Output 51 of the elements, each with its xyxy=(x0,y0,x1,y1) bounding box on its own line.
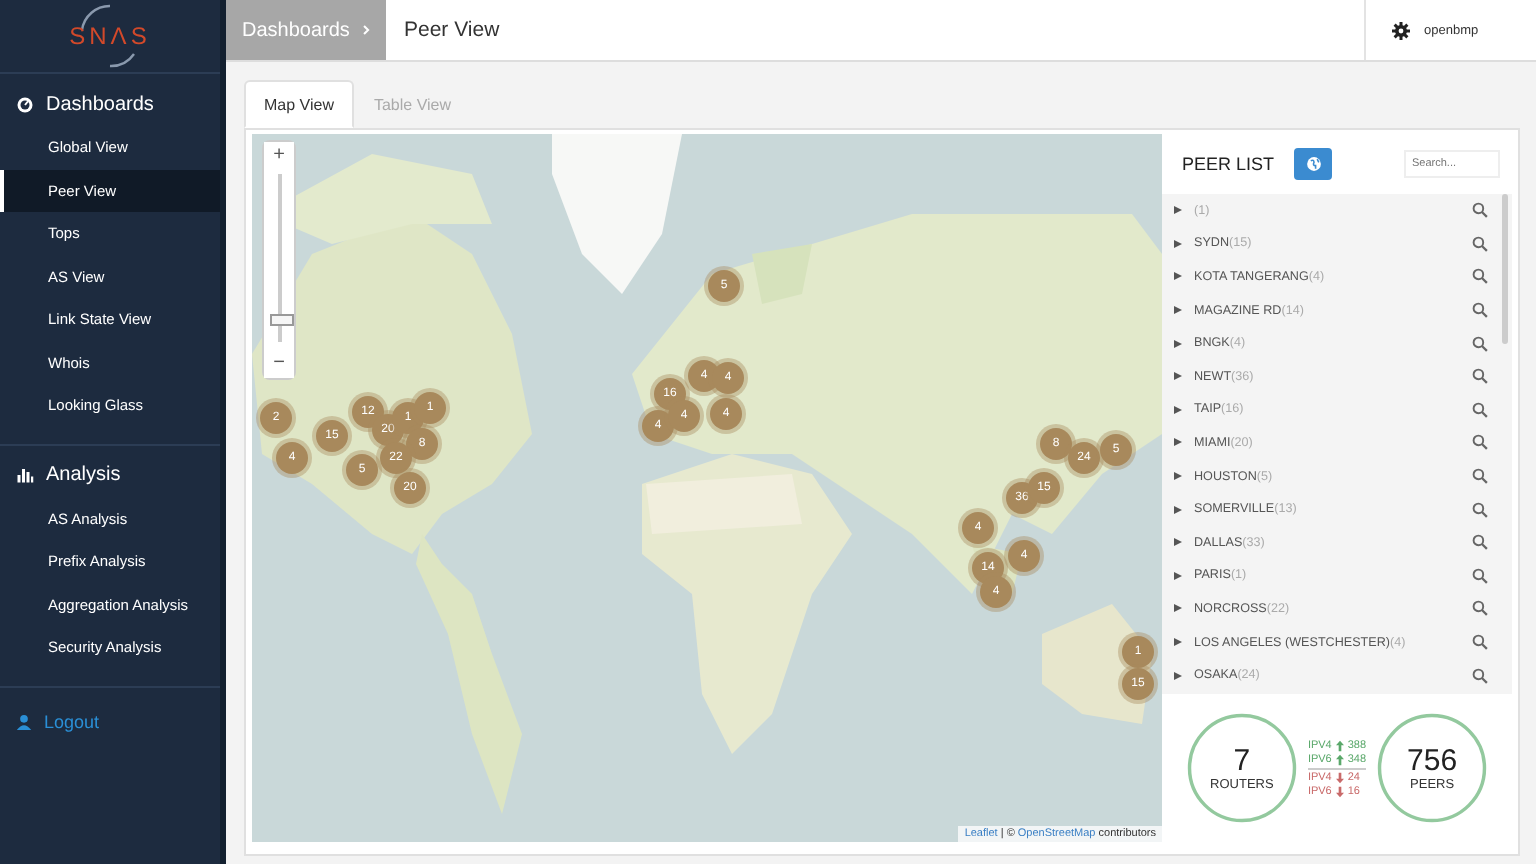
section-title[interactable]: Analysis xyxy=(46,464,121,486)
caret-icon[interactable] xyxy=(1174,472,1182,481)
search-icon[interactable] xyxy=(1472,368,1488,385)
caret-icon[interactable] xyxy=(1174,306,1182,315)
peer-count: 756 xyxy=(1407,744,1458,778)
caret-icon[interactable] xyxy=(1174,671,1182,680)
chevron-icon xyxy=(361,22,370,38)
search-icon[interactable] xyxy=(1472,534,1488,551)
tab[interactable]: Map View xyxy=(244,80,354,128)
user-icon xyxy=(16,713,32,729)
globe-button[interactable] xyxy=(1294,148,1333,180)
caret-icon[interactable] xyxy=(1174,505,1182,514)
search-icon[interactable] xyxy=(1472,434,1488,451)
globe-icon xyxy=(1305,156,1322,172)
tab[interactable]: Table View xyxy=(353,80,472,128)
logout-link[interactable]: Logout xyxy=(44,711,100,731)
caret-icon[interactable] xyxy=(1174,239,1182,248)
caret-icon[interactable] xyxy=(1174,339,1182,348)
caret-icon[interactable] xyxy=(1174,438,1182,447)
caret-icon[interactable] xyxy=(1174,405,1182,414)
settings-icon[interactable] xyxy=(1392,21,1410,39)
caret-icon[interactable] xyxy=(1174,604,1182,613)
caret-icon[interactable] xyxy=(1174,272,1182,281)
peers-ring xyxy=(1374,710,1491,826)
search-icon[interactable] xyxy=(1472,468,1488,485)
zoom-slider-handle[interactable] xyxy=(269,313,293,326)
search-icon[interactable] xyxy=(1472,302,1488,319)
caret-icon[interactable] xyxy=(1174,206,1182,215)
dashboard-icon xyxy=(16,95,34,113)
search-icon[interactable] xyxy=(1472,567,1488,584)
search-icon[interactable] xyxy=(1472,235,1488,252)
router-count: 7 xyxy=(1233,744,1251,778)
search-icon[interactable] xyxy=(1472,202,1488,219)
breadcrumb[interactable]: Dashboards xyxy=(226,0,386,60)
search-icon[interactable] xyxy=(1472,501,1488,518)
page-title: Peer View xyxy=(402,16,502,46)
section-title[interactable]: Dashboards xyxy=(46,93,154,115)
caret-icon[interactable] xyxy=(1174,571,1182,580)
search-icon[interactable] xyxy=(1472,335,1488,352)
search-icon[interactable] xyxy=(1472,268,1488,285)
search-icon[interactable] xyxy=(1472,634,1488,651)
panel-title: PEER LIST xyxy=(1182,154,1275,174)
logo-text: SNΛS xyxy=(69,22,151,50)
caret-icon[interactable] xyxy=(1174,538,1182,547)
routers-ring xyxy=(1183,710,1300,826)
caret-icon[interactable] xyxy=(1174,372,1182,381)
search-icon[interactable] xyxy=(1472,600,1488,617)
search-icon[interactable] xyxy=(1472,667,1488,684)
caret-icon[interactable] xyxy=(1174,638,1182,647)
search-icon[interactable] xyxy=(1472,401,1488,418)
bar-chart-icon xyxy=(16,466,34,484)
